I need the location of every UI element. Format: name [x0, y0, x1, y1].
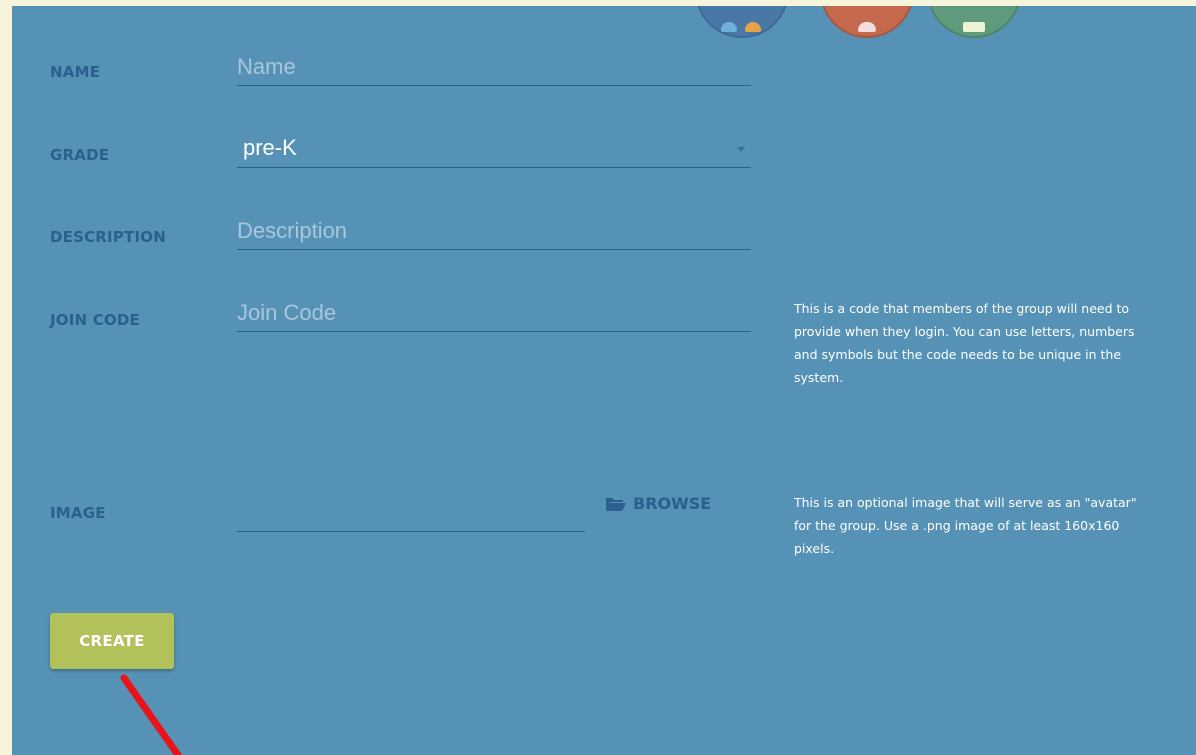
create-group-panel: NAME GRADE pre-K DESCRIPTION JOIN CODE T…: [12, 6, 1196, 755]
annotation-arrow: [120, 674, 182, 755]
